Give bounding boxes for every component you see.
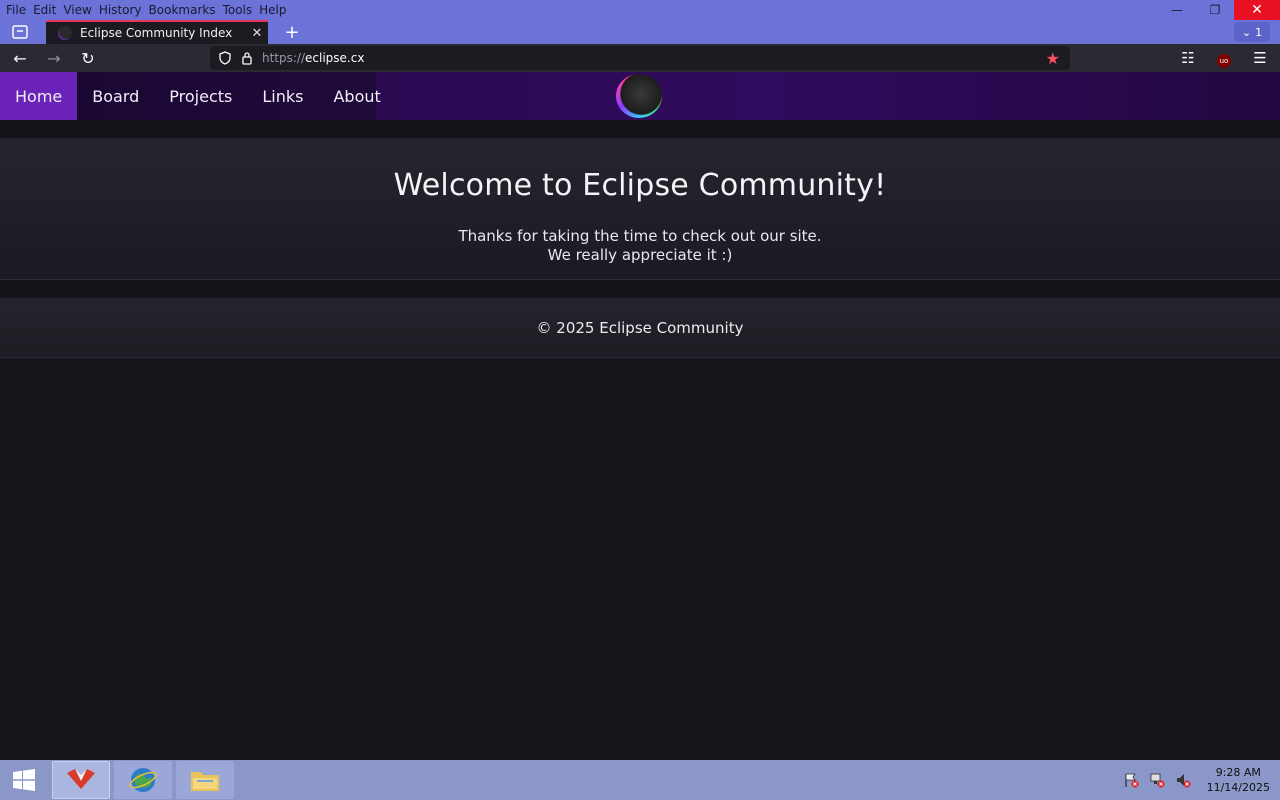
- site-footer: © 2025 Eclipse Community: [0, 298, 1280, 358]
- tab-count: 1: [1255, 25, 1263, 39]
- globe-icon: [129, 768, 157, 792]
- nav-links[interactable]: Links: [247, 72, 318, 120]
- nav-about[interactable]: About: [318, 72, 395, 120]
- system-tray: 9:28 AM 11/14/2025: [1123, 760, 1270, 800]
- ublock-icon-wrapper[interactable]: uo: [1210, 46, 1238, 70]
- site-nav-menu: Home Board Projects Links About: [0, 72, 381, 120]
- site-header: Home Board Projects Links About: [0, 72, 1280, 120]
- browser-titlebar: File Edit View History Bookmarks Tools H…: [0, 0, 1280, 44]
- back-button[interactable]: ←: [6, 46, 34, 70]
- tab-title: Eclipse Community Index: [80, 26, 233, 40]
- eclipse-logo[interactable]: [616, 74, 662, 118]
- menu-tools[interactable]: Tools: [223, 0, 253, 20]
- chevron-down-icon: ⌄: [1241, 25, 1252, 39]
- menu-bar: File Edit View History Bookmarks Tools H…: [0, 0, 292, 20]
- menu-view[interactable]: View: [63, 0, 91, 20]
- system-clock[interactable]: 9:28 AM 11/14/2025: [1207, 765, 1270, 795]
- taskbar-explorer-button[interactable]: [176, 761, 234, 799]
- menu-file[interactable]: File: [6, 0, 26, 20]
- close-window-button[interactable]: ✕: [1234, 0, 1280, 20]
- extensions-icon[interactable]: ☷: [1174, 46, 1202, 70]
- toolbar-right-icons: ☷ uo ☰: [1174, 46, 1274, 70]
- tab-list-button[interactable]: [6, 22, 34, 42]
- clock-time: 9:28 AM: [1215, 766, 1261, 779]
- forward-button[interactable]: →: [40, 46, 68, 70]
- address-bar[interactable]: https://eclipse.cx ★: [210, 46, 1070, 70]
- taskbar-browser-button[interactable]: [52, 761, 110, 799]
- volume-muted-icon[interactable]: [1175, 772, 1191, 788]
- network-icon[interactable]: [1149, 772, 1165, 788]
- window-controls: — ❐ ✕: [1158, 0, 1280, 20]
- welcome-text-line1: Thanks for taking the time to check out …: [458, 227, 822, 245]
- folder-icon: [191, 772, 219, 791]
- tab-active[interactable]: Eclipse Community Index ✕: [46, 20, 268, 44]
- ublock-icon: uo: [1217, 53, 1231, 68]
- page-title: Welcome to Eclipse Community!: [393, 168, 887, 203]
- bookmark-star-icon[interactable]: ★: [1046, 49, 1060, 68]
- url-text: https://eclipse.cx: [262, 51, 365, 65]
- clock-date: 11/14/2025: [1206, 781, 1270, 794]
- nav-projects[interactable]: Projects: [154, 72, 247, 120]
- lock-icon[interactable]: [240, 51, 254, 65]
- browser-app-icon: [67, 769, 95, 789]
- tab-count-button[interactable]: ⌄ 1: [1234, 22, 1270, 42]
- menu-help[interactable]: Help: [259, 0, 286, 20]
- welcome-section: Welcome to Eclipse Community! Thanks for…: [0, 138, 1280, 280]
- welcome-text-line2: We really appreciate it :): [547, 246, 733, 264]
- minimize-button[interactable]: —: [1158, 0, 1196, 20]
- copyright-text: © 2025 Eclipse Community: [536, 318, 744, 337]
- browser-toolbar: ← → ↻ https://eclipse.cx ★ ☷ uo ☰: [0, 44, 1280, 72]
- close-tab-icon[interactable]: ✕: [246, 26, 268, 41]
- menu-history[interactable]: History: [99, 0, 142, 20]
- header-divider: [0, 120, 1280, 138]
- taskbar-ie-button[interactable]: [114, 761, 172, 799]
- windows-logo-icon: [13, 769, 35, 791]
- page-background: [0, 358, 1280, 760]
- shield-icon[interactable]: [218, 51, 232, 65]
- nav-home[interactable]: Home: [0, 72, 78, 120]
- tab-strip: Eclipse Community Index ✕ + ⌄ 1: [0, 20, 1280, 44]
- action-center-flag-icon[interactable]: [1123, 772, 1139, 788]
- start-button[interactable]: [0, 760, 48, 800]
- restore-button[interactable]: ❐: [1196, 0, 1234, 20]
- reload-button[interactable]: ↻: [74, 46, 102, 70]
- section-divider: [0, 280, 1280, 298]
- menu-bookmarks[interactable]: Bookmarks: [149, 0, 216, 20]
- site-favicon-icon: [58, 26, 72, 40]
- tab-list-icon: [12, 25, 28, 39]
- menu-edit[interactable]: Edit: [33, 0, 56, 20]
- taskbar: 9:28 AM 11/14/2025: [0, 760, 1280, 800]
- nav-board[interactable]: Board: [77, 72, 154, 120]
- hamburger-menu-icon[interactable]: ☰: [1246, 46, 1274, 70]
- new-tab-button[interactable]: +: [280, 22, 304, 43]
